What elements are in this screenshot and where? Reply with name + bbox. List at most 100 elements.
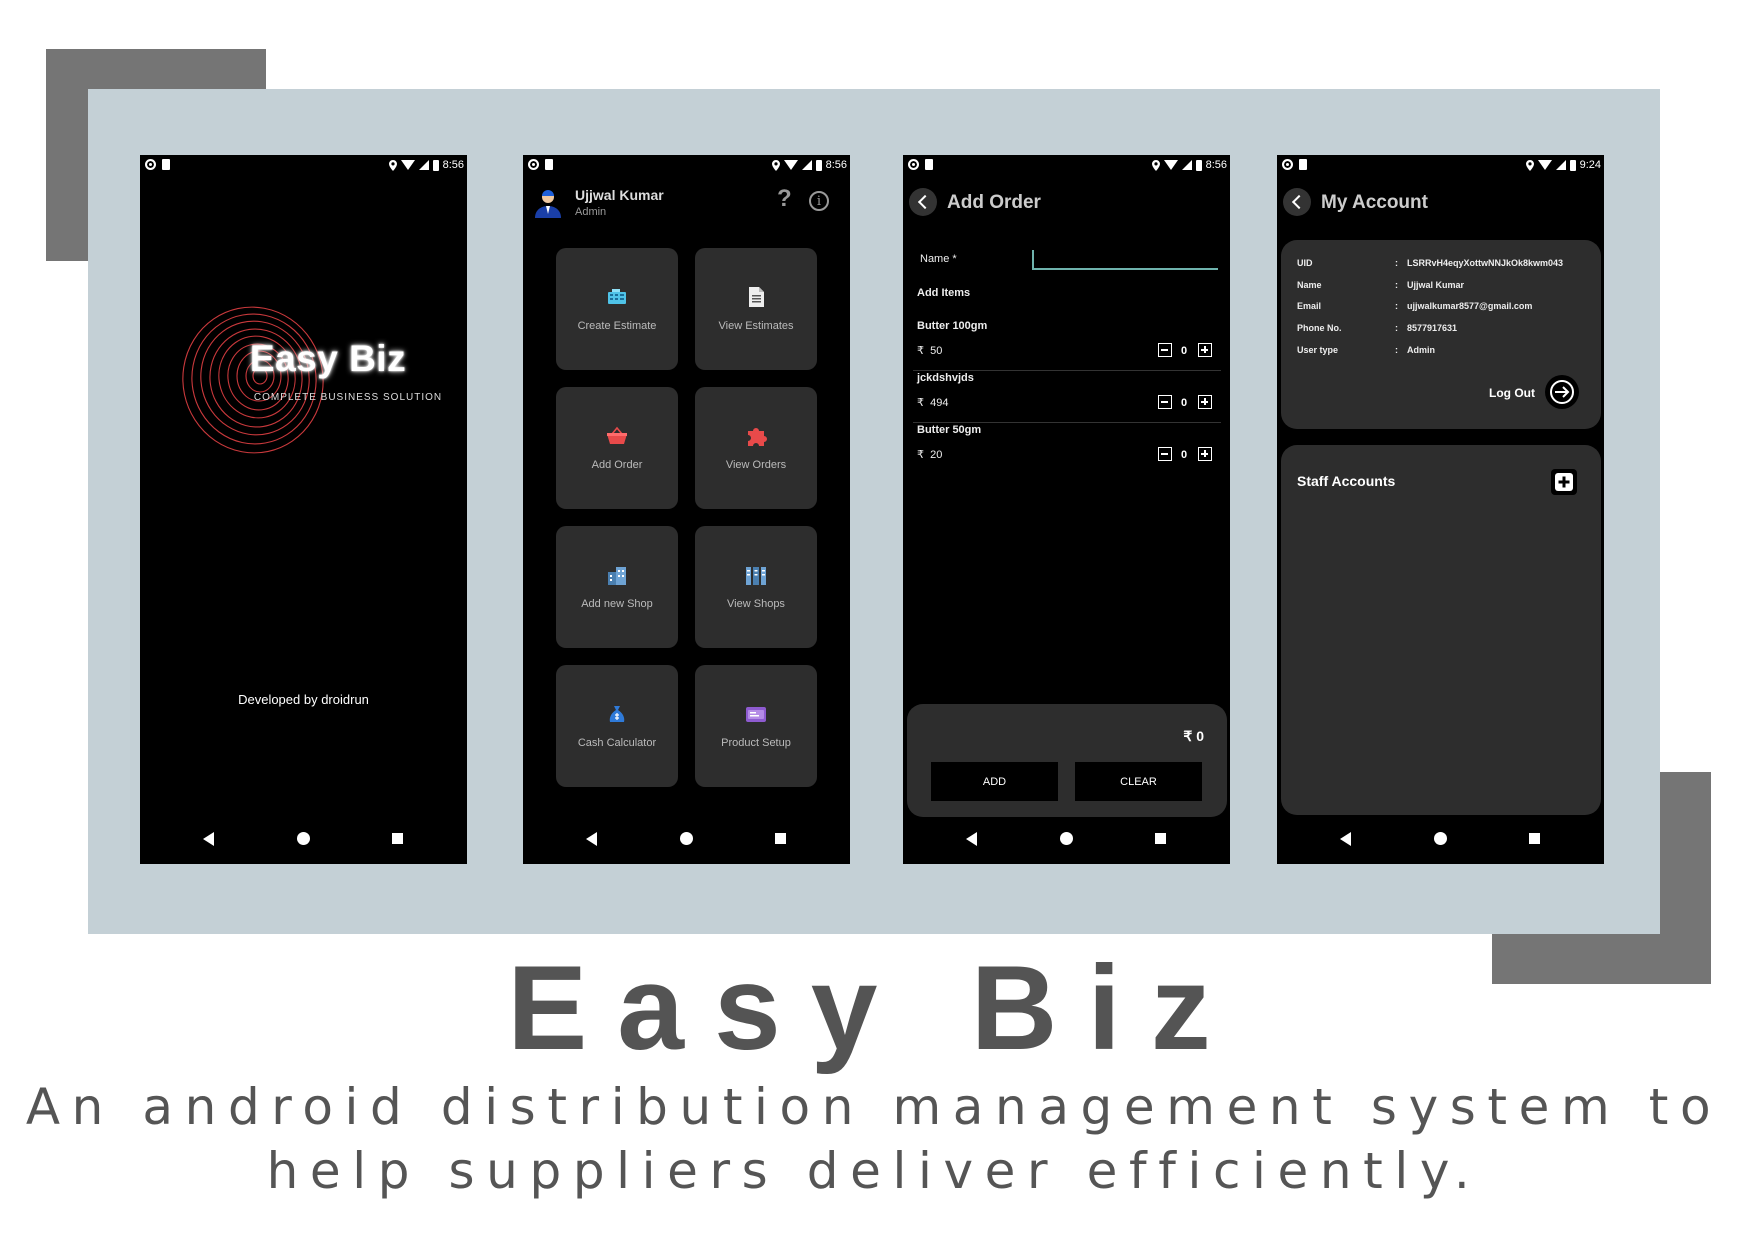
sim-card-icon [925,159,933,170]
status-bar: 8:56 [140,155,467,177]
field-key: UID [1297,258,1313,268]
nav-recents-icon[interactable] [1529,833,1540,844]
signal-icon [1555,160,1566,170]
nav-back-icon[interactable] [203,832,214,846]
staff-accounts-heading: Staff Accounts [1297,473,1396,489]
nav-back-icon[interactable] [586,832,597,846]
field-key: User type [1297,345,1339,355]
logo-title: Easy Biz [249,338,407,379]
item-name: Butter 50gm [917,424,982,436]
field-value: 8577917631 [1407,323,1458,333]
logout-button[interactable] [1545,375,1579,409]
tile-cash-calculator[interactable]: Cash Calculator [556,665,678,787]
plus-icon [1555,473,1573,491]
tile-label: Add new Shop [581,598,653,610]
location-icon [1525,159,1534,171]
nav-back-icon[interactable] [1340,832,1351,846]
page-title: My Account [1321,192,1428,213]
clear-button[interactable]: CLEAR [1075,762,1202,801]
help-icon[interactable]: ? [777,185,792,213]
wifi-icon [1537,160,1552,170]
building-icon [608,567,626,585]
cash-register-icon [608,289,626,304]
tile-view-estimates[interactable]: View Estimates [695,248,817,370]
tile-label: Cash Calculator [577,737,657,749]
document-icon [749,287,764,307]
field-key: Email [1297,301,1322,311]
user-name: Ujjwal Kumar [575,187,664,203]
add-staff-button[interactable] [1551,469,1577,495]
decrease-quantity-button[interactable] [1158,343,1172,357]
item-price: ₹ 20 [917,448,942,461]
notification-dot-icon [908,159,919,170]
order-item-row: Butter 50gm ₹ 20 0 [913,424,1221,474]
battery-icon [1569,159,1576,171]
signal-icon [1181,160,1192,170]
tile-product-setup[interactable]: Product Setup [695,665,817,787]
item-price-value: 20 [930,449,943,461]
notification-dot-icon [1282,159,1293,170]
name-field-label: Name * [920,253,957,265]
rupee-symbol: ₹ [917,345,924,357]
logout-icon [1550,380,1574,404]
signal-icon [801,160,812,170]
notification-dot-icon [528,159,539,170]
battery-icon [432,159,439,171]
nav-recents-icon[interactable] [775,833,786,844]
tile-view-shops[interactable]: View Shops [695,526,817,648]
location-icon [388,159,397,171]
money-bag-icon [609,706,625,722]
field-value: Ujjwal Kumar [1407,280,1465,290]
field-value: LSRRvH4eqyXottwNNJkOk8kwm043 [1407,258,1564,268]
status-bar: 8:56 [523,155,850,177]
nav-home-icon[interactable] [297,832,310,845]
back-button-icon[interactable] [1283,188,1311,216]
info-icon[interactable]: i [809,191,829,211]
tile-create-estimate[interactable]: Create Estimate [556,248,678,370]
decrease-quantity-button[interactable] [1158,447,1172,461]
field-key: Name [1297,280,1322,290]
nav-recents-icon[interactable] [392,833,403,844]
tile-add-new-shop[interactable]: Add new Shop [556,526,678,648]
logo-subtitle: COMPLETE BUSINESS SOLUTION [253,392,443,403]
back-button-icon[interactable] [909,188,937,216]
status-bar: 9:24 [1277,155,1604,177]
puzzle-icon [748,428,767,446]
order-total: ₹ 0 [1183,728,1204,744]
tile-view-orders[interactable]: View Orders [695,387,817,509]
nav-home-icon[interactable] [680,832,693,845]
item-quantity: 0 [1180,345,1188,357]
location-icon [771,159,780,171]
phone-splash-screen: 8:56 Easy Biz COMPLETE BUSINESS SOLUTION… [140,155,467,864]
item-name: Butter 100gm [917,320,988,332]
buildings-icon [746,567,766,585]
user-role: Admin [575,206,607,218]
status-time: 8:56 [1205,159,1227,171]
nav-home-icon[interactable] [1060,832,1073,845]
logout-label[interactable]: Log Out [1489,386,1535,400]
item-name: jckdshvjds [917,372,974,384]
nav-home-icon[interactable] [1434,832,1447,845]
increase-quantity-button[interactable] [1198,395,1212,409]
developer-credit: Developed by droidrun [238,692,369,707]
item-price-value: 494 [930,397,949,409]
tile-label: Create Estimate [577,320,657,332]
order-summary-panel: ₹ 0 ADD CLEAR [907,704,1227,817]
increase-quantity-button[interactable] [1198,447,1212,461]
status-bar: 8:56 [903,155,1230,177]
nav-bar [523,820,850,864]
nav-back-icon[interactable] [966,832,977,846]
field-separator: : [1395,280,1398,290]
increase-quantity-button[interactable] [1198,343,1212,357]
decrease-quantity-button[interactable] [1158,395,1172,409]
name-input[interactable] [1032,250,1218,270]
tile-add-order[interactable]: Add Order [556,387,678,509]
nav-recents-icon[interactable] [1155,833,1166,844]
avatar [535,190,561,218]
sim-card-icon [1299,159,1307,170]
main-title: Easy Biz [507,941,1241,1075]
status-time: 9:24 [1579,159,1601,171]
item-price-value: 50 [930,345,943,357]
add-button[interactable]: ADD [931,762,1058,801]
field-key: Phone No. [1297,323,1342,333]
